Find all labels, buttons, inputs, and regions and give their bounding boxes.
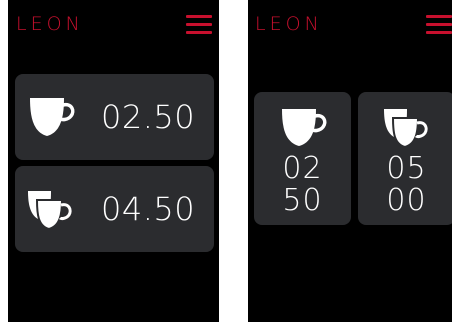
brand-logo: LEON [16, 13, 84, 35]
double-cup-price-line1: 05 [386, 151, 427, 186]
double-cup-option[interactable]: 04.50 [15, 166, 214, 252]
single-cup-price-line2: 50 [282, 183, 323, 218]
single-cup-price: 02.50 [101, 98, 196, 136]
double-cup-icon [382, 106, 432, 150]
brand-logo: LEON [255, 13, 323, 35]
double-cup-icon [26, 186, 76, 232]
hamburger-menu-icon[interactable] [186, 14, 212, 36]
phone-screen-list: LEON 02.50 04.50 [8, 0, 219, 322]
single-cup-icon [278, 106, 328, 150]
double-cup-option[interactable]: 05 00 [358, 92, 452, 225]
single-cup-option[interactable]: 02 50 [254, 92, 351, 225]
hamburger-menu-icon[interactable] [426, 14, 452, 36]
single-cup-price-line1: 02 [282, 151, 323, 186]
double-cup-price: 04.50 [101, 190, 196, 228]
double-cup-price-line2: 00 [386, 183, 427, 218]
single-cup-option[interactable]: 02.50 [15, 74, 214, 160]
phone-screen-grid: LEON 02 50 05 00 [248, 0, 452, 322]
single-cup-icon [26, 94, 76, 140]
